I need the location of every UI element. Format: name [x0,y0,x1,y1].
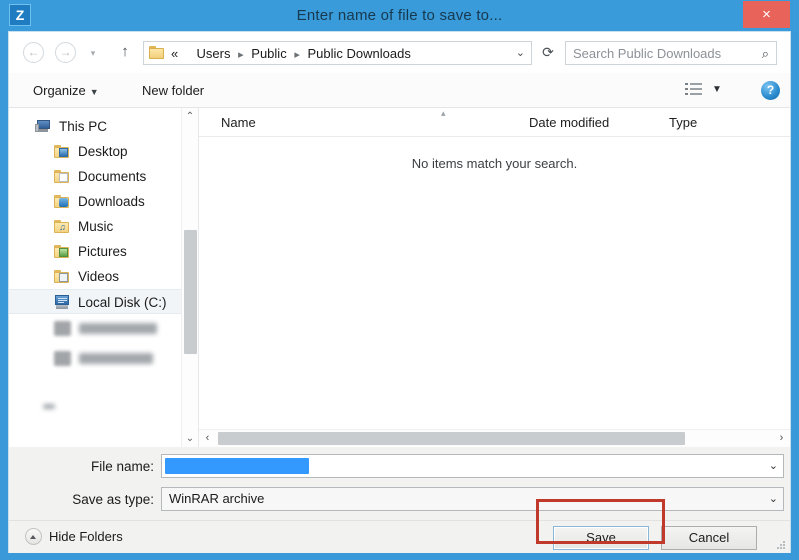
scrollbar-thumb-horizontal[interactable] [218,432,685,445]
sidebar-item-label: Desktop [78,144,128,159]
new-folder-button[interactable]: New folder [142,81,204,101]
save-file-dialog-window: Z Enter name of file to save to... × ← →… [0,0,799,560]
close-icon[interactable]: × [743,1,790,28]
search-placeholder: Search Public Downloads [573,46,722,61]
folder-icon-pictures [54,244,70,259]
dialog-client-area: ← → ▾ ↑ « Users ▸ Public ▸ Public Downlo… [8,31,791,553]
sidebar-item-label: Documents [78,169,147,184]
breadcrumb-item-public-downloads[interactable]: Public Downloads [307,46,410,61]
save-as-type-label: Save as type: [72,492,154,507]
organize-button[interactable]: Organize ▼ [33,81,99,101]
command-toolbar: Organize ▼ New folder ▼ ? [9,73,790,108]
sidebar-item-label-redacted [79,323,157,334]
sidebar-item-label: Pictures [78,244,127,259]
sidebar-item-partial-redacted [43,404,55,409]
computer-icon [35,119,51,134]
scroll-right-icon[interactable]: › [773,430,790,447]
sidebar-item-downloads[interactable]: Downloads [9,189,181,214]
sidebar-item-label: Music [78,219,114,234]
up-icon[interactable]: ↑ [115,42,135,63]
file-name-input[interactable]: ⌄ [161,454,784,478]
drive-icon-redacted [54,321,71,336]
sidebar-item-this-pc[interactable]: This PC [9,114,181,139]
chevron-down-icon-save-type[interactable]: ⌄ [769,490,778,508]
sidebar-item-desktop[interactable]: Desktop [9,139,181,164]
folder-icon-music: ♫ [54,219,70,234]
chevron-right-icon-2: ▸ [294,49,300,61]
file-name-label: File name: [90,459,154,474]
breadcrumb-item-public[interactable]: Public [251,46,286,61]
window-title: Enter name of file to save to... [296,7,503,24]
sidebar-item-pictures[interactable]: Pictures [9,239,181,264]
refresh-icon[interactable]: ⟳ [539,44,557,61]
address-bar[interactable]: « Users ▸ Public ▸ Public Downloads ⌄ [143,41,532,65]
file-list-pane: Name ▴ Date modified Type No items match… [199,108,790,447]
organize-label: Organize [33,83,86,98]
scroll-left-icon[interactable]: ‹ [199,430,216,447]
search-icon: ⌕ [761,46,769,61]
chevron-down-icon[interactable]: ⌄ [516,46,525,59]
dialog-footer: Hide Folders Save Cancel [9,520,790,553]
sidebar-item-label: This PC [59,119,108,134]
title-bar: Z Enter name of file to save to... × [0,0,799,31]
column-header-date-modified[interactable]: Date modified [529,114,609,132]
sidebar-item-label: Downloads [78,194,145,209]
view-list-icon[interactable] [685,83,702,98]
back-icon[interactable]: ← [23,42,44,63]
sidebar-item-drive-redacted-2[interactable] [9,346,181,371]
cancel-button[interactable]: Cancel [661,526,757,550]
collapse-icon [25,528,42,545]
search-input[interactable]: Search Public Downloads ⌕ [565,41,777,65]
folder-icon-videos [54,269,70,284]
sidebar-item-music[interactable]: ♫ Music [9,214,181,239]
folder-icon [149,46,165,60]
drive-icon [54,295,70,310]
file-form-area: File name: ⌄ Save as type: WinRAR archiv… [9,447,790,520]
browser-panes: This PC Desktop Documents Downloads ♫ Mu… [9,108,790,447]
save-as-type-value: WinRAR archive [169,491,265,506]
sidebar-item-documents[interactable]: Documents [9,164,181,189]
help-icon[interactable]: ? [761,81,780,100]
sidebar-item-drive-redacted-1[interactable] [9,316,181,341]
navigation-bar: ← → ▾ ↑ « Users ▸ Public ▸ Public Downlo… [9,32,790,73]
sidebar-item-label: Local Disk (C:) [78,295,167,310]
column-header-row: Name ▴ Date modified Type [199,108,790,137]
hide-folders-label: Hide Folders [49,529,123,544]
scroll-up-icon[interactable]: ⌃ [182,108,198,125]
forward-icon[interactable]: → [55,42,76,63]
file-name-selected-text [165,458,309,474]
sidebar-item-label: Videos [78,269,120,284]
sort-indicator-icon: ▴ [441,108,446,118]
breadcrumb-prefix: « [171,46,179,61]
navigation-sidebar: This PC Desktop Documents Downloads ♫ Mu… [9,108,181,447]
column-header-name[interactable]: Name [221,114,256,132]
chevron-down-icon-organize: ▼ [89,87,99,97]
scroll-down-icon[interactable]: ⌄ [182,430,198,447]
folder-icon-documents [54,169,70,184]
folder-icon-downloads [54,194,70,209]
sidebar-item-local-disk-c[interactable]: Local Disk (C:) [9,289,181,314]
resize-grip[interactable] [777,541,787,551]
sidebar-item-videos[interactable]: Videos [9,264,181,289]
screenshot-root: Z Enter name of file to save to... × ← →… [0,0,799,560]
file-list-horizontal-scrollbar[interactable]: ‹ › [199,429,790,447]
breadcrumb-space [182,49,193,61]
scrollbar-thumb[interactable] [184,230,197,354]
drive-icon-redacted-2 [54,351,71,366]
chevron-down-icon-file-name[interactable]: ⌄ [769,457,778,475]
sidebar-item-label-redacted-2 [79,353,153,364]
folder-icon-desktop [54,144,70,159]
breadcrumb: « Users ▸ Public ▸ Public Downloads [171,44,411,64]
breadcrumb-item-users[interactable]: Users [197,46,231,61]
save-button[interactable]: Save [553,526,649,550]
sidebar-scrollbar[interactable]: ⌃ ⌄ [181,108,198,447]
save-as-type-select[interactable]: WinRAR archive ⌄ [161,487,784,511]
chevron-down-icon-view[interactable]: ▼ [712,84,722,95]
column-header-type[interactable]: Type [669,114,697,132]
empty-list-message: No items match your search. [411,156,578,171]
chevron-right-icon: ▸ [238,49,244,61]
recent-locations-icon[interactable]: ▾ [87,48,99,59]
